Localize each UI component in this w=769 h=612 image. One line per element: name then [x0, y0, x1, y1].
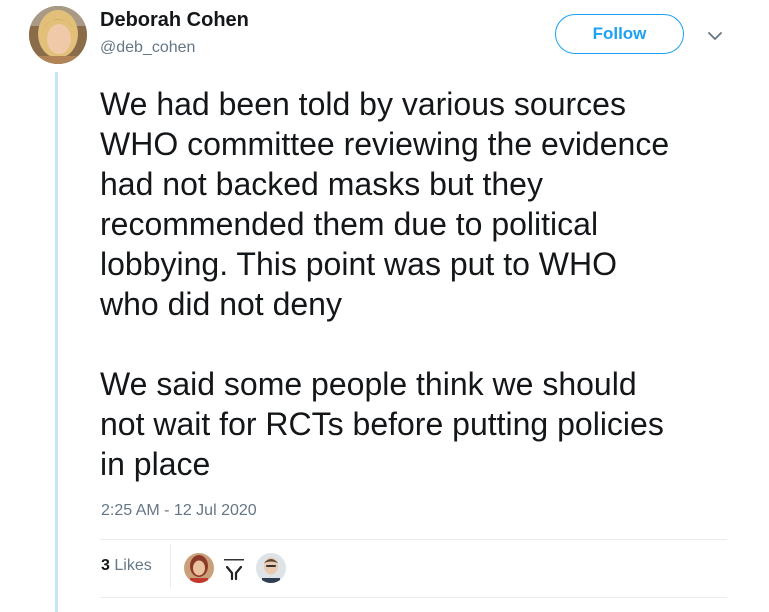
tweet-text: We had been told by various sources WHO … [100, 84, 740, 484]
tweet-line: We had been told by various sources [100, 86, 626, 122]
liker-avatar[interactable] [219, 553, 249, 583]
tweet-line: lobbying. This point was put to WHO [100, 246, 617, 282]
tweet-line: who did not deny [100, 286, 342, 322]
author-avatar[interactable] [29, 6, 87, 64]
follow-button[interactable]: Follow [555, 14, 684, 54]
divider [100, 597, 727, 598]
liker-avatar[interactable] [256, 553, 286, 583]
tweet-line: in place [100, 446, 211, 482]
author-handle[interactable]: @deb_cohen [100, 39, 195, 57]
liker-avatar[interactable] [184, 553, 214, 583]
author-display-name[interactable]: Deborah Cohen [100, 9, 249, 32]
divider [100, 539, 727, 540]
likes-label: Likes [114, 557, 152, 574]
likes-stat[interactable]: 3 Likes [101, 557, 152, 575]
chevron-down-icon[interactable] [705, 26, 725, 46]
tweet-line: WHO committee reviewing the evidence [100, 126, 670, 162]
thread-line [55, 72, 58, 612]
tweet-line: recommended them due to political [100, 206, 599, 242]
tweet-line: had not backed masks but they [100, 166, 543, 202]
tweet-line: We said some people think we should [100, 366, 637, 402]
stats-separator [170, 544, 171, 588]
tweet-timestamp[interactable]: 2:25 AM - 12 Jul 2020 [101, 502, 257, 520]
tweet-line: not wait for RCTs before putting policie… [100, 406, 664, 442]
likes-count: 3 [101, 557, 110, 574]
